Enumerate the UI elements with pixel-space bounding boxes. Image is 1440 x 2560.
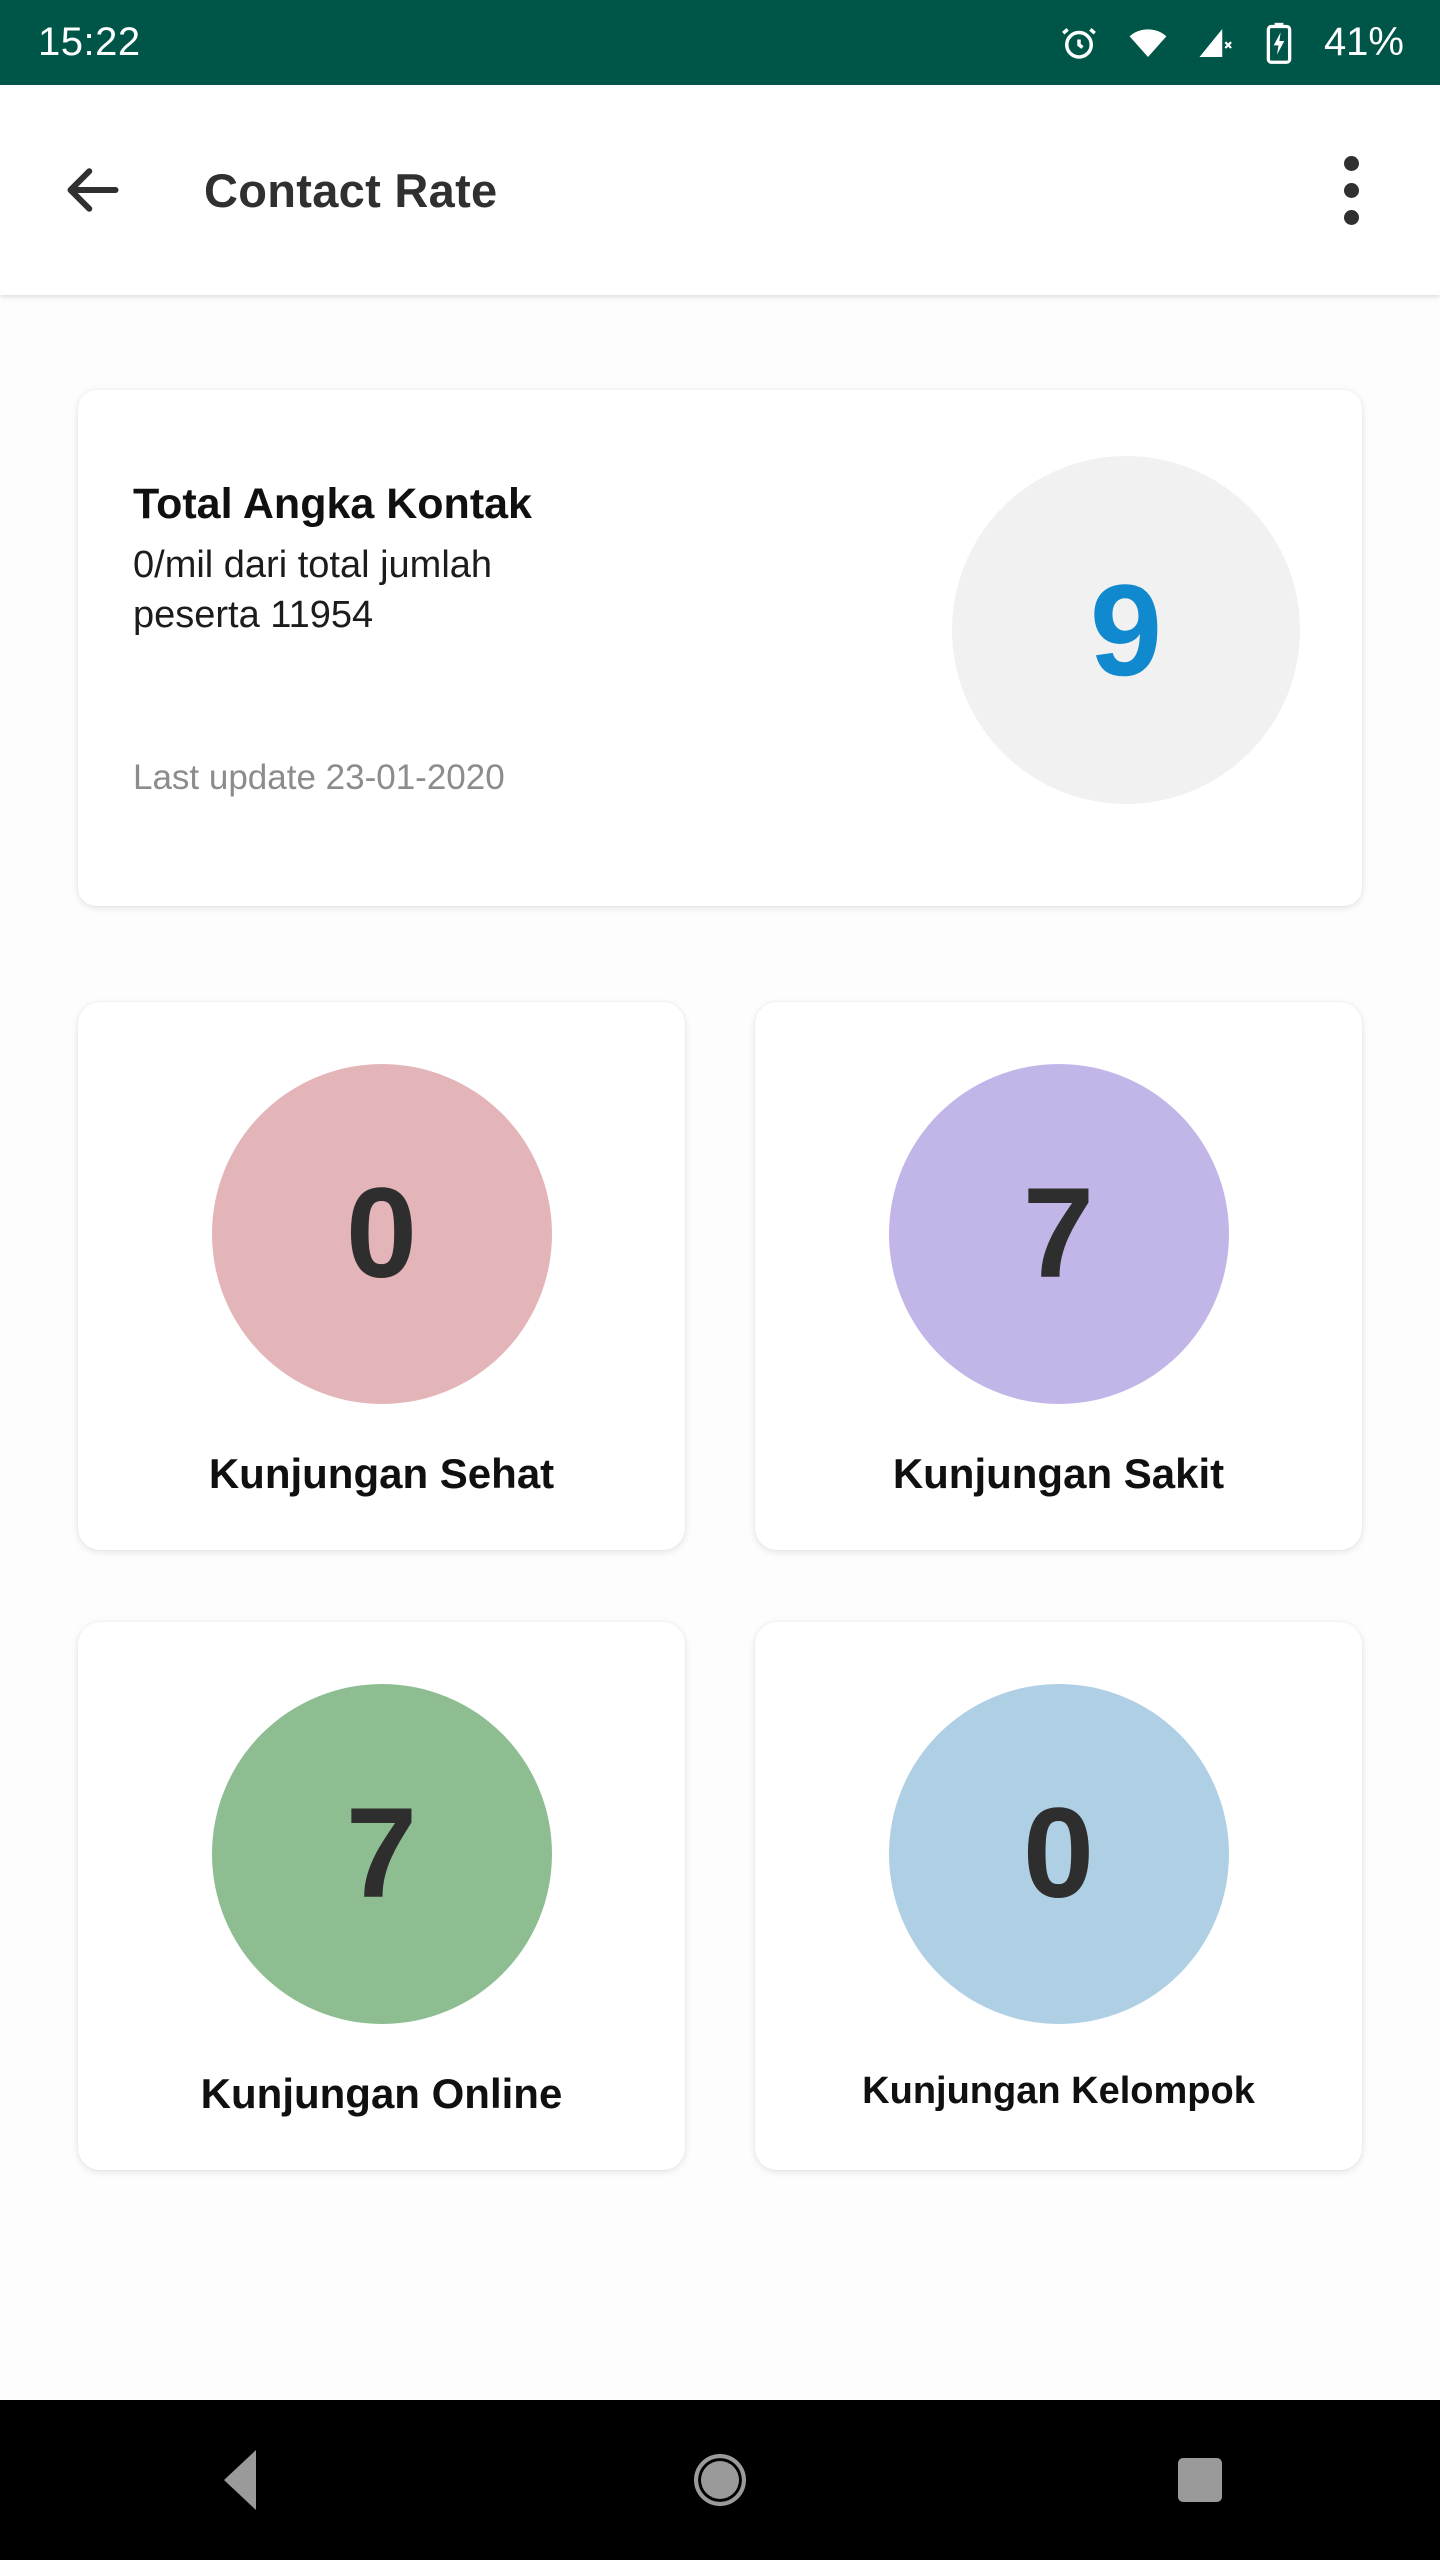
metric-circle: 0 bbox=[888, 1684, 1229, 2024]
more-vertical-icon bbox=[1343, 182, 1359, 198]
metric-label: Kunjungan Kelompok bbox=[862, 2070, 1255, 2112]
metric-label: Kunjungan Sehat bbox=[208, 1450, 555, 1497]
metric-label: Kunjungan Sakit bbox=[892, 1450, 1225, 1497]
nav-home-button[interactable] bbox=[645, 2405, 795, 2555]
overflow-menu-button[interactable] bbox=[1306, 145, 1396, 235]
back-arrow-icon bbox=[67, 168, 119, 212]
more-vertical-icon bbox=[1343, 209, 1359, 225]
total-contact-rate-card[interactable]: Total Angka Kontak 0/mil dari total juml… bbox=[78, 390, 1362, 906]
more-vertical-icon bbox=[1343, 155, 1359, 171]
metric-label: Kunjungan Online bbox=[200, 2070, 563, 2117]
battery-percent-label: 41% bbox=[1323, 20, 1404, 64]
metric-circle: 0 bbox=[211, 1064, 552, 1404]
metric-circle: 7 bbox=[888, 1064, 1229, 1404]
nav-recent-apps-button[interactable] bbox=[1125, 2405, 1275, 2555]
app-bar: Contact Rate bbox=[0, 85, 1440, 295]
summary-value-circle: 9 bbox=[952, 456, 1300, 804]
summary-value: 9 bbox=[1089, 557, 1163, 703]
metric-value: 0 bbox=[1022, 1782, 1095, 1925]
metric-card-kunjungan-sakit[interactable]: 7 Kunjungan Sakit bbox=[755, 1002, 1362, 1550]
android-navigation-bar bbox=[0, 2400, 1440, 2560]
nav-back-button[interactable] bbox=[165, 2405, 315, 2555]
back-button[interactable] bbox=[50, 147, 136, 233]
status-bar: 15:22 41% bbox=[0, 0, 1440, 85]
page-title: Contact Rate bbox=[204, 163, 498, 217]
home-circle-icon bbox=[694, 2454, 746, 2506]
metric-card-kunjungan-online[interactable]: 7 Kunjungan Online bbox=[78, 1622, 685, 2170]
phone-screen: 15:22 41% Contact Rate Total Angka Konta… bbox=[0, 0, 1440, 2560]
metric-card-kunjungan-sehat[interactable]: 0 Kunjungan Sehat bbox=[78, 1002, 685, 1550]
metric-value: 7 bbox=[345, 1782, 418, 1925]
metric-value: 0 bbox=[345, 1162, 418, 1305]
battery-charging-icon bbox=[1266, 22, 1292, 64]
main-content: Total Angka Kontak 0/mil dari total juml… bbox=[0, 295, 1440, 2400]
status-clock: 15:22 bbox=[38, 20, 141, 64]
metrics-grid: 0 Kunjungan Sehat 7 Kunjungan Sakit 7 Ku… bbox=[78, 1002, 1362, 2170]
metric-circle: 7 bbox=[211, 1684, 552, 2024]
alarm-icon bbox=[1062, 27, 1096, 59]
metric-value: 7 bbox=[1022, 1162, 1095, 1305]
back-triangle-icon bbox=[224, 2450, 256, 2510]
summary-subtitle: 0/mil dari total jumlah peserta 11954 bbox=[133, 544, 493, 636]
status-icon-tray: 41% bbox=[1058, 20, 1404, 65]
cellular-signal-off-icon bbox=[1199, 28, 1232, 57]
wifi-icon bbox=[1129, 28, 1167, 57]
recent-apps-square-icon bbox=[1178, 2458, 1222, 2502]
metric-card-kunjungan-kelompok[interactable]: 0 Kunjungan Kelompok bbox=[755, 1622, 1362, 2170]
